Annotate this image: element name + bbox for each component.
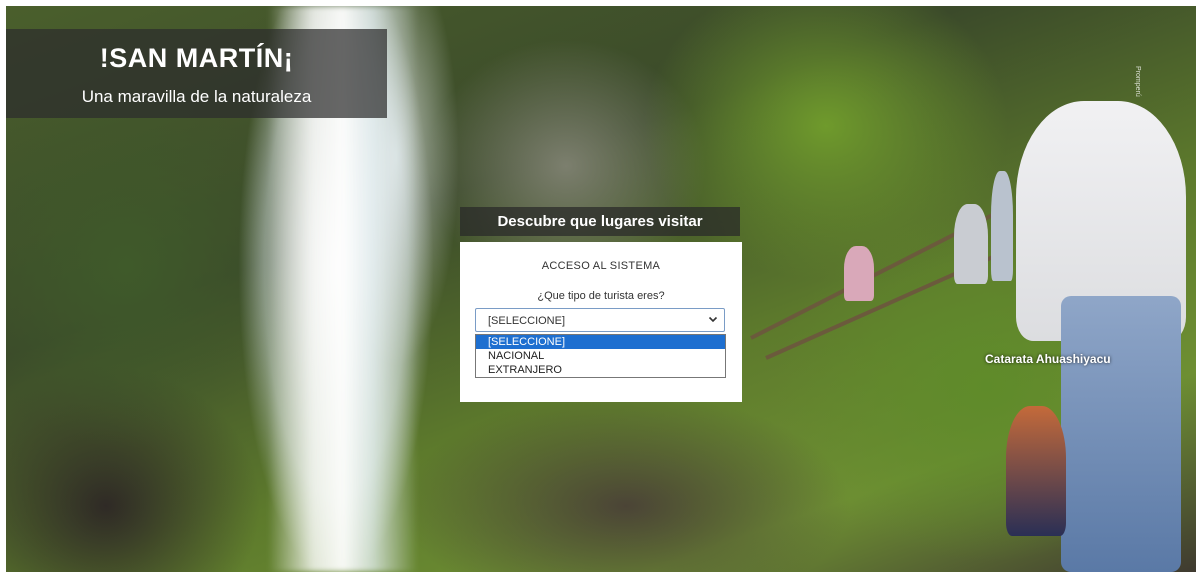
tourist-type-dropdown: [SELECCIONE] NACIONAL EXTRANJERO — [475, 334, 726, 378]
select-value: [SELECCIONE] — [488, 315, 566, 327]
hiker-figure — [1061, 296, 1181, 572]
tourist-type-select[interactable]: [SELECCIONE] — [475, 308, 725, 332]
page-subtitle: Una maravilla de la naturaleza — [81, 87, 312, 106]
photo-caption: Catarata Ahuashiyacu — [985, 352, 1111, 366]
hiker-figure — [991, 171, 1013, 281]
discover-label: Descubre que lugares visitar — [497, 213, 703, 230]
page-title: !SAN MARTÍN¡ — [99, 43, 294, 73]
option-nacional[interactable]: NACIONAL — [476, 349, 725, 363]
hero-title-box: !SAN MARTÍN¡ Una maravilla de la natural… — [6, 29, 387, 118]
hiker-figure — [844, 246, 874, 301]
panel-title: ACCESO AL SISTEMA — [541, 260, 661, 272]
option-extranjero[interactable]: EXTRANJERO — [476, 363, 725, 377]
hiker-figure — [954, 204, 988, 284]
hiker-figure — [1006, 406, 1066, 536]
discover-banner: Descubre que lugares visitar — [460, 207, 740, 236]
photo-credit: Promperú — [1134, 66, 1141, 97]
option-seleccione[interactable]: [SELECCIONE] — [476, 335, 725, 349]
login-panel: ACCESO AL SISTEMA ¿Que tipo de turista e… — [460, 242, 742, 402]
chevron-down-icon — [708, 316, 718, 323]
tourist-type-label: ¿Que tipo de turista eres? — [537, 290, 665, 302]
